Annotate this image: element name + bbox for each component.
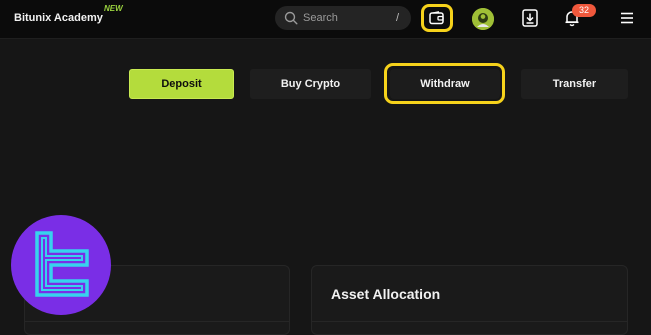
search-placeholder: Search (303, 12, 338, 24)
download-button[interactable] (521, 8, 539, 28)
notification-count-badge: 32 (572, 4, 596, 17)
panel-divider (312, 321, 627, 322)
wallet-button[interactable] (421, 4, 453, 32)
new-tag: NEW (104, 4, 123, 13)
user-avatar-icon (472, 8, 494, 30)
avatar[interactable] (472, 8, 494, 30)
menu-button[interactable] (620, 11, 634, 25)
wallet-icon (429, 11, 444, 25)
withdraw-button[interactable]: Withdraw (390, 69, 500, 99)
menu-icon (621, 12, 633, 24)
panel-divider (25, 321, 289, 322)
search-icon (284, 11, 298, 25)
asset-allocation-panel: Asset Allocation (311, 265, 628, 335)
deposit-button[interactable]: Deposit (129, 69, 234, 99)
search-box[interactable]: Search / (275, 6, 411, 30)
bitunix-logo (11, 215, 111, 315)
buy-crypto-button[interactable]: Buy Crypto (250, 69, 371, 99)
search-shortcut-key: / (395, 12, 399, 24)
transfer-button[interactable]: Transfer (521, 69, 628, 99)
bitunix-logo-icon (35, 231, 89, 297)
asset-allocation-title: Asset Allocation (331, 286, 441, 302)
top-navigation-bar: Bitunix Academy NEW Search / 32 (0, 0, 651, 39)
brand-name[interactable]: Bitunix Academy (14, 12, 103, 24)
download-icon (522, 9, 538, 27)
